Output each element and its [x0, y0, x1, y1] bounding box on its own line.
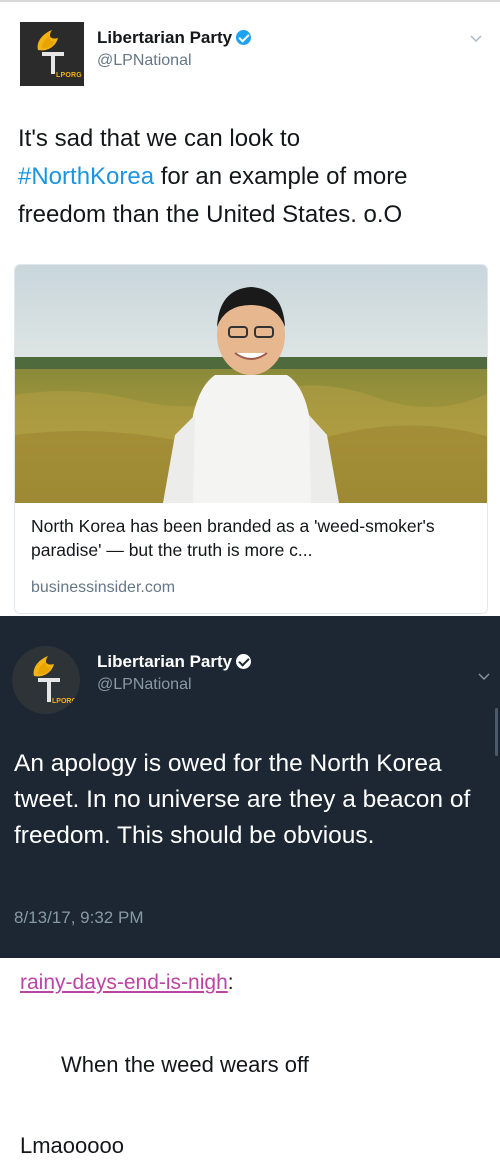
avatar[interactable]: LPORG [12, 646, 80, 714]
libertarian-torch-icon [33, 656, 54, 677]
chevron-down-icon[interactable] [478, 670, 490, 682]
torch-stem [51, 52, 55, 74]
avatar[interactable]: LPORG [20, 22, 84, 86]
tweet-text-before: It's sad that we can look to [18, 125, 301, 152]
tumblr-quote: When the weed wears off [61, 1052, 309, 1077]
chevron-down-icon[interactable] [470, 32, 482, 44]
verified-badge-icon [236, 654, 252, 669]
user-handle[interactable]: @LPNational [97, 52, 192, 70]
tweet-light: LPORG Libertarian Party @LPNational It's… [0, 2, 500, 616]
tweet-text: It's sad that we can look to #NorthKorea … [18, 120, 488, 234]
username-suffix: : [227, 971, 234, 994]
tweet-dark: LPORG Libertarian Party @LPNational An a… [0, 616, 500, 958]
avatar-text: LPORG [52, 698, 77, 705]
display-name-text: Libertarian Party [97, 652, 233, 671]
display-name[interactable]: Libertarian Party [97, 28, 252, 48]
link-card[interactable]: North Korea has been branded as a 'weed-… [14, 264, 488, 614]
scrollbar[interactable] [495, 708, 498, 756]
torch-stem [47, 678, 51, 702]
card-title: North Korea has been branded as a 'weed-… [31, 516, 435, 560]
tweet-timestamp[interactable]: 8/13/17, 9:32 PM [14, 908, 143, 928]
tumblr-credit: rainy-days-end-is-nigh: [20, 971, 234, 995]
libertarian-torch-icon [37, 30, 58, 51]
hashtag-link[interactable]: #NorthKorea [18, 163, 154, 190]
photo-thumbnail [15, 265, 487, 503]
tweet-text: An apology is owed for the North Korea t… [14, 750, 471, 849]
user-handle[interactable]: @LPNational [97, 676, 192, 694]
tumblr-reply: Lmaooooo [20, 1133, 124, 1158]
display-name-text: Libertarian Party [97, 28, 233, 47]
tumblr-username-link[interactable]: rainy-days-end-is-nigh [20, 971, 228, 994]
card-domain: businessinsider.com [31, 579, 176, 596]
display-name[interactable]: Libertarian Party [97, 652, 252, 672]
verified-badge-icon [236, 30, 252, 45]
avatar-text: LPORG [56, 72, 82, 79]
